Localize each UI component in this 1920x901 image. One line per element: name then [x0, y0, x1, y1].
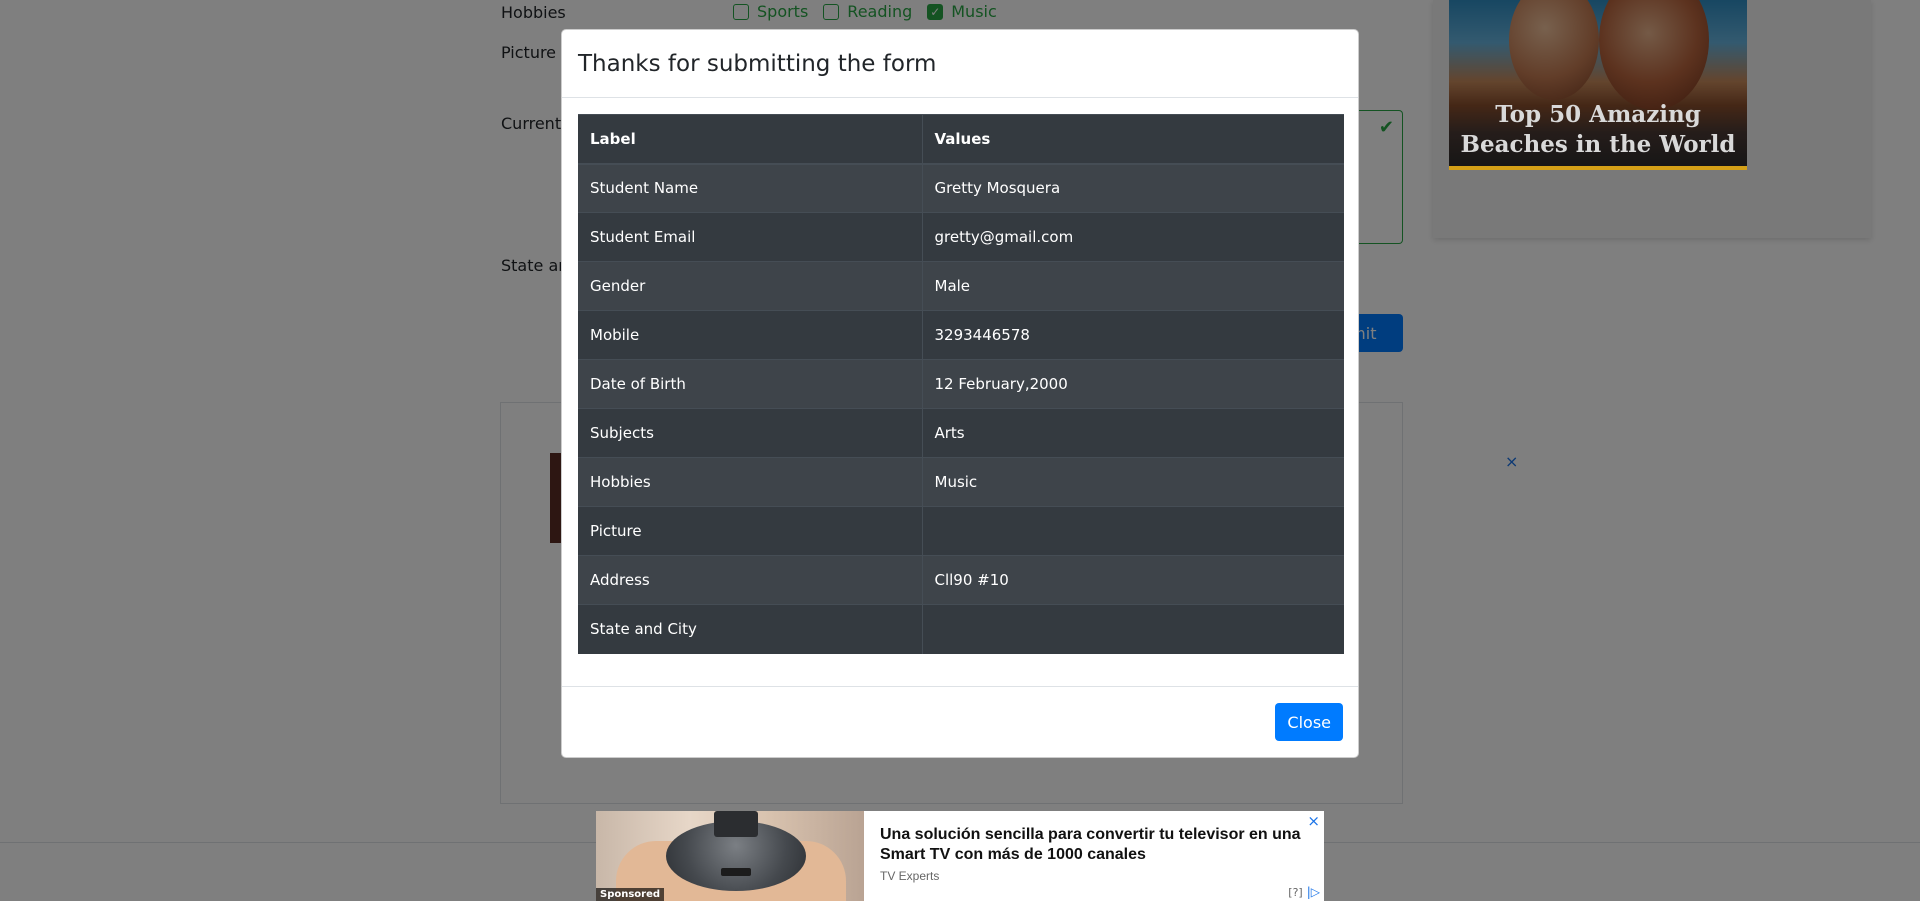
row-value [922, 506, 1344, 556]
ad-source[interactable]: TV Experts [880, 869, 1308, 883]
table-row: Picture [578, 506, 1344, 556]
row-label: State and City [578, 604, 923, 654]
table-row: Student Name Gretty Mosquera [578, 163, 1344, 213]
header-values: Values [922, 114, 1344, 165]
row-value [922, 604, 1344, 654]
row-label: Student Name [578, 163, 923, 213]
modal-title: Thanks for submitting the form [578, 50, 937, 77]
row-value: Arts [922, 408, 1344, 458]
row-label: Subjects [578, 408, 923, 458]
table-row: Student Email gretty@gmail.com [578, 212, 1344, 262]
table-row: Subjects Arts [578, 408, 1344, 458]
table-row: State and City [578, 604, 1344, 654]
row-label: Picture [578, 506, 923, 556]
row-label: Student Email [578, 212, 923, 262]
row-label: Mobile [578, 310, 923, 360]
row-value: 12 February,2000 [922, 359, 1344, 409]
row-label: Gender [578, 261, 923, 311]
ad-info-label[interactable]: [?] [1288, 886, 1302, 899]
hdmi-connector-shape [714, 811, 758, 837]
submission-modal: Thanks for submitting the form Label Val… [561, 29, 1359, 758]
table-row: Hobbies Music [578, 457, 1344, 507]
table-row: Mobile 3293446578 [578, 310, 1344, 360]
usb-port-shape [721, 868, 751, 876]
adchoices-icon[interactable]: |▷ [1307, 885, 1320, 899]
row-value: Male [922, 261, 1344, 311]
row-value: 3293446578 [922, 310, 1344, 360]
beach-ad-bar [1449, 166, 1747, 170]
sponsored-badge: Sponsored [596, 888, 665, 901]
ad-headline[interactable]: Una solución sencilla para convertir tu … [880, 825, 1308, 865]
table-header-row: Label Values [578, 114, 1344, 165]
close-button[interactable]: Close [1275, 703, 1343, 741]
row-label: Hobbies [578, 457, 923, 507]
tv-stick-ad-image[interactable]: Sponsored [596, 811, 864, 901]
row-value: Cll90 #10 [922, 555, 1344, 605]
row-value: Gretty Mosquera [922, 163, 1344, 213]
ad-close-icon[interactable]: × [1307, 812, 1320, 830]
modal-header: Thanks for submitting the form [562, 30, 1358, 98]
header-label: Label [578, 114, 923, 165]
table-row: Date of Birth 12 February,2000 [578, 359, 1344, 409]
modal-body: Label Values Student Name Gretty Mosquer… [562, 98, 1358, 670]
table-row: Gender Male [578, 261, 1344, 311]
row-value: gretty@gmail.com [922, 212, 1344, 262]
row-label: Date of Birth [578, 359, 923, 409]
ad-text-block[interactable]: Una solución sencilla para convertir tu … [864, 811, 1324, 901]
table-row: Address Cll90 #10 [578, 555, 1344, 605]
row-value: Music [922, 457, 1344, 507]
beach-ad-title: Top 50 Amazing Beaches in the World [1460, 101, 1736, 158]
submission-table: Label Values Student Name Gretty Mosquer… [578, 114, 1344, 654]
modal-footer: Close [562, 686, 1358, 757]
ad-info[interactable]: [?] |▷ [1288, 885, 1320, 899]
row-label: Address [578, 555, 923, 605]
sponsored-ad-banner[interactable]: Sponsored Una solución sencilla para con… [596, 811, 1324, 901]
